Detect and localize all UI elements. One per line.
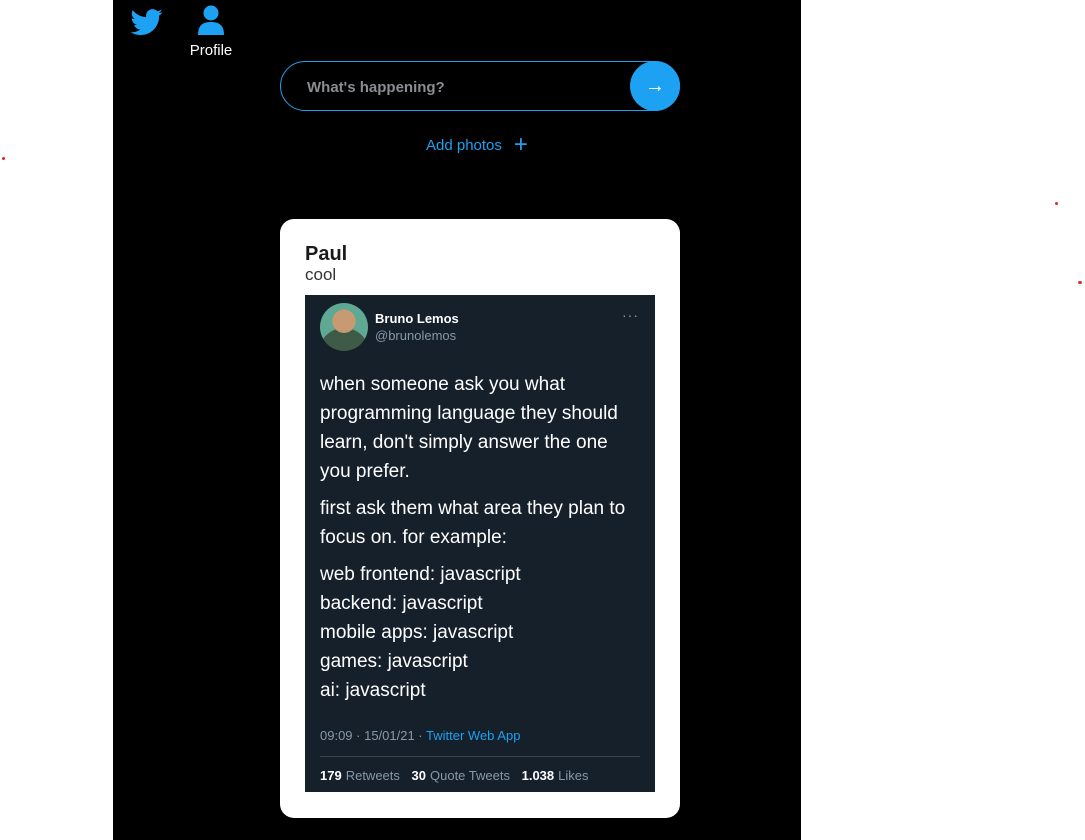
tweet-paragraph: first ask them what area they plan to fo… [320, 498, 626, 548]
more-options-icon: ··· [622, 307, 639, 323]
profile-label: Profile [189, 42, 233, 59]
user-icon [197, 4, 225, 36]
post-author: Paul [305, 243, 348, 265]
tweet-list-line: mobile apps: javascript [320, 622, 514, 643]
tweet-timestamp: 09:09 · 15/01/21 · [320, 728, 427, 743]
tweet-input[interactable] [305, 75, 629, 99]
stray-dot [2, 157, 5, 160]
send-button[interactable]: → [630, 61, 680, 111]
avatar [320, 303, 368, 351]
post-caption: cool [305, 265, 337, 284]
post-image: Bruno Lemos @brunolemos ··· when someone… [305, 295, 655, 792]
twitter-logo-icon[interactable] [129, 6, 165, 38]
tweet-list-line: backend: javascript [320, 593, 483, 614]
stray-dot [1055, 202, 1058, 205]
tweet-paragraph: when someone ask you what programming la… [320, 374, 618, 482]
add-photos-button[interactable]: Add photos + [426, 131, 528, 158]
tweet-list-line: web frontend: javascript [320, 564, 521, 585]
plus-icon: + [513, 131, 528, 158]
quotes-stat: 30 Quote Tweets [412, 768, 510, 783]
tweet-author-handle: @brunolemos [375, 328, 457, 343]
tweet-source: Twitter Web App [426, 728, 521, 743]
retweets-label: Retweets [345, 768, 400, 783]
quotes-label: Quote Tweets [430, 768, 510, 783]
tweet-list-line: ai: javascript [320, 680, 426, 701]
likes-count: 1.038 [521, 768, 555, 783]
retweets-stat: 179 Retweets [320, 768, 400, 783]
tweet-list-line: games: javascript [320, 651, 468, 672]
retweets-count: 179 [320, 768, 342, 783]
app-panel: Profile → Add photos + Paul cool Bruno L… [113, 0, 801, 840]
likes-stat: 1.038 Likes [522, 768, 589, 783]
tweet-meta: 09:09 · 15/01/21 · Twitter Web App [320, 728, 520, 743]
arrow-right-icon: → [645, 74, 665, 97]
tweet-body: when someone ask you what programming la… [320, 370, 640, 705]
composer: → [280, 61, 680, 111]
nav-profile[interactable]: Profile [183, 4, 239, 59]
tweet-author-name: Bruno Lemos [375, 311, 459, 326]
add-photos-label: Add photos [426, 136, 502, 154]
post-card: Paul cool Bruno Lemos @brunolemos ··· wh… [280, 219, 680, 818]
likes-label: Likes [558, 768, 589, 783]
stray-dot [1078, 281, 1082, 284]
divider [320, 756, 640, 757]
tweet-stats: 179 Retweets 30 Quote Tweets 1.038 Likes [320, 768, 597, 783]
quotes-count: 30 [411, 768, 426, 783]
